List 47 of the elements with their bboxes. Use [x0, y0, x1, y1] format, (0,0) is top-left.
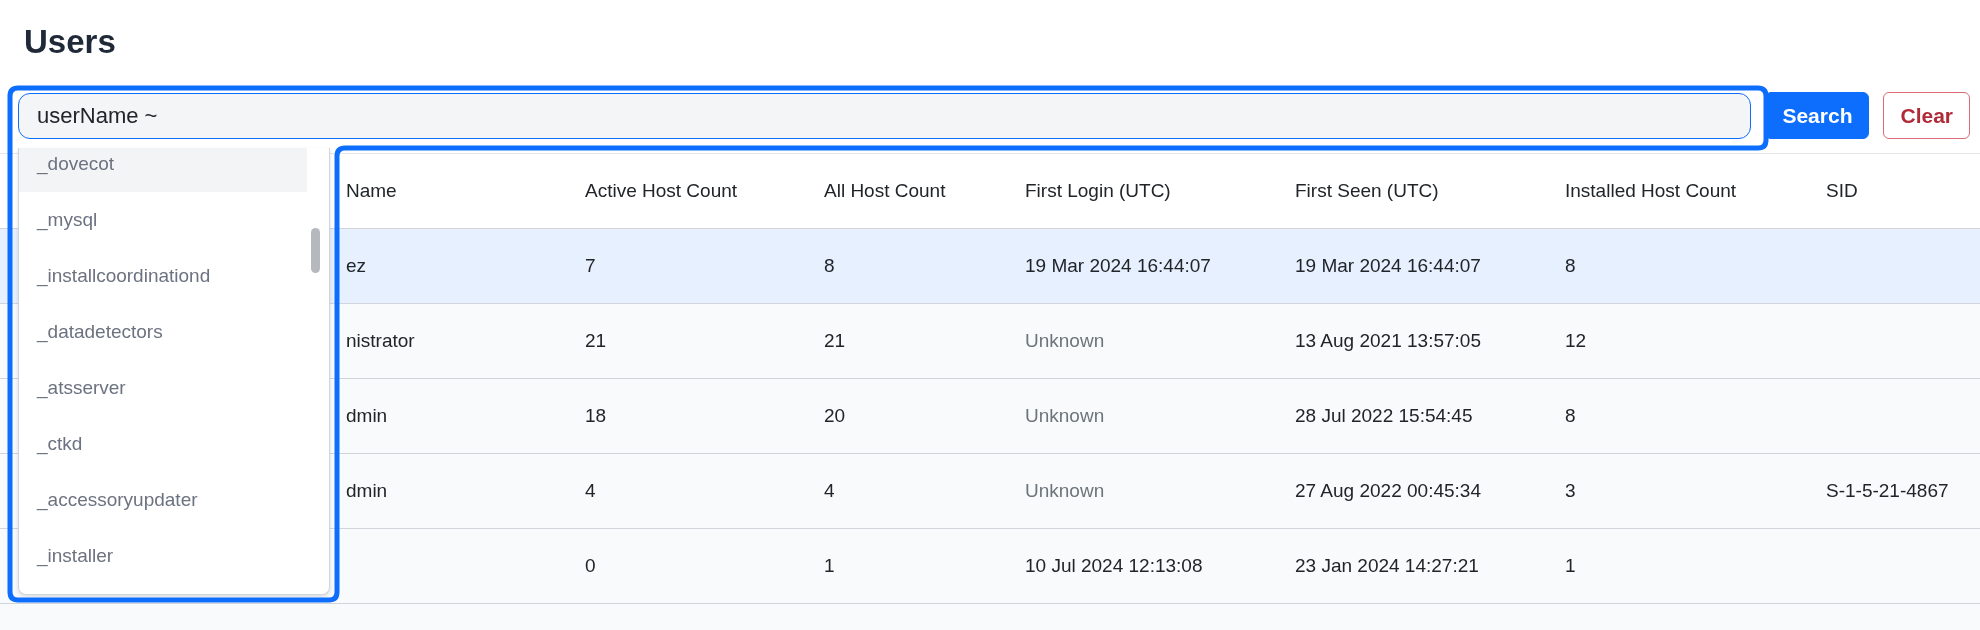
table-cell-text: 19 Mar 2024 16:44:07	[1025, 255, 1212, 277]
column-header: Name	[345, 180, 398, 202]
table-cell-text: 1	[1565, 555, 1577, 577]
table-cell-text: 12	[1565, 330, 1588, 352]
table-cell-text: 27 Aug 2022 00:45:34	[1295, 480, 1482, 502]
table-cell-text: 4	[585, 480, 597, 502]
clear-button[interactable]: Clear	[1883, 92, 1970, 139]
table-cell-text: 18	[585, 405, 608, 427]
table-cell-text: 23 Jan 2024 14:27:21	[1295, 555, 1480, 577]
search-field[interactable]: userName ~	[18, 92, 1752, 139]
page-title: Users	[24, 22, 117, 62]
table-cell: nistrator	[346, 330, 415, 351]
column-header: Installed Host Count	[1565, 180, 1738, 202]
suggestion-item[interactable]: _accessoryupdater	[19, 472, 307, 528]
suggestion-item[interactable]: _dovecot	[19, 148, 307, 192]
table-cell-text: 4	[824, 480, 836, 502]
scrollbar-thumb[interactable]	[311, 228, 320, 273]
column-header: Active Host Count	[585, 180, 739, 202]
table-cell: dmin	[346, 480, 388, 501]
table-cell: dmin	[346, 405, 388, 426]
suggestion-item[interactable]: _datadetectors	[19, 304, 307, 360]
table-cell-text: 8	[1565, 405, 1577, 427]
table-cell-text: 28 Jul 2022 15:54:45	[1295, 405, 1474, 427]
table-cell-text: 20	[824, 405, 847, 427]
table-cell-text: 3	[1565, 480, 1577, 502]
column-header: All Host Count	[824, 180, 947, 202]
table-cell-text: 19 Mar 2024 16:44:07	[1295, 255, 1482, 277]
suggestion-item[interactable]: _installcoordinationd	[19, 248, 307, 304]
column-header: First Seen (UTC)	[1295, 180, 1440, 202]
column-header: First Login (UTC)	[1025, 180, 1172, 202]
table-cell-text: 21	[585, 330, 608, 352]
table-cell: S-1-5-21-4867	[1826, 480, 1949, 501]
column-header: SID	[1826, 180, 1859, 202]
table-cell-text: Unknown	[1025, 330, 1106, 352]
table-cell-text: Unknown	[1025, 405, 1106, 427]
table-cell-text: 7	[585, 255, 597, 277]
table-cell-text: 8	[824, 255, 836, 277]
table-cell-text: 21	[824, 330, 847, 352]
table-cell-text: 1	[824, 555, 836, 577]
table-cell-text: 10 Jul 2024 12:13:08	[1025, 555, 1204, 577]
table-cell: ez	[346, 255, 367, 276]
table-cell-text: 0	[585, 555, 597, 577]
table-cell-text: 13 Aug 2021 13:57:05	[1295, 330, 1482, 352]
suggestion-item[interactable]: _installer	[19, 528, 307, 584]
search-button[interactable]: Search	[1765, 92, 1870, 139]
table-cell-text: 8	[1565, 255, 1577, 277]
table-cell-text: Unknown	[1025, 480, 1106, 502]
